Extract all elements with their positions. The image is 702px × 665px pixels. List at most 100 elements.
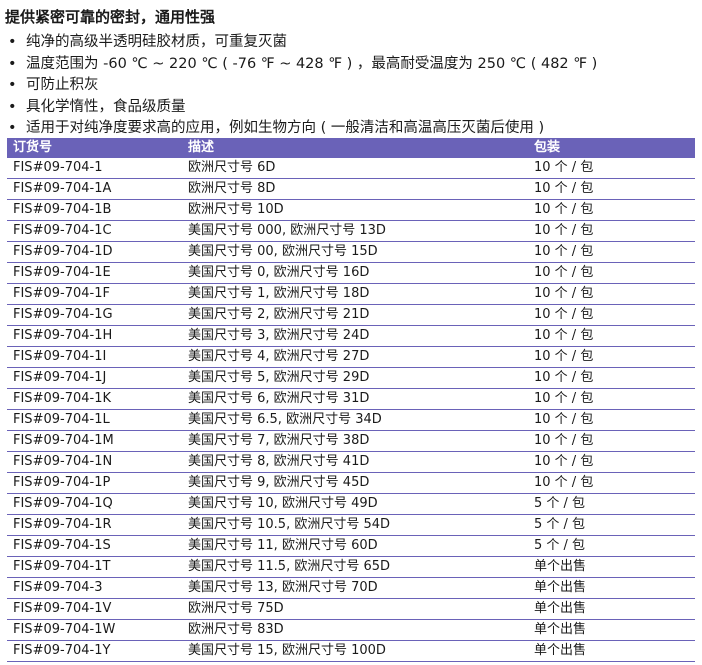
cell-packaging: 单个出售 [528, 598, 695, 620]
header-description: 描述 [188, 140, 215, 155]
cell-order-number: FIS#09-704-1C [7, 220, 182, 242]
cell-description: 美国尺寸号 11, 欧洲尺寸号 60D [182, 535, 528, 557]
cell-description: 美国尺寸号 1, 欧洲尺寸号 18D [182, 283, 528, 305]
cell-order-number: FIS#09-704-1Y [7, 640, 182, 662]
cell-description: 欧洲尺寸号 10D [182, 199, 528, 221]
cell-order-number: FIS#09-704-1 [7, 158, 182, 179]
cell-description: 欧洲尺寸号 8D [182, 178, 528, 200]
cell-packaging: 10 个 / 包 [528, 262, 695, 284]
cell-packaging: 10 个 / 包 [528, 325, 695, 347]
cell-description: 美国尺寸号 00, 欧洲尺寸号 15D [182, 241, 528, 263]
table-row: FIS#09-704-1T 美国尺寸号 11.5, 欧洲尺寸号 65D 单个出售 [7, 556, 695, 578]
table-row: FIS#09-704-1A 欧洲尺寸号 8D 10 个 / 包 [7, 178, 695, 200]
table-header-row: 订货号 描述 包装 [7, 138, 695, 158]
cell-packaging: 5 个 / 包 [528, 514, 695, 536]
table-row: FIS#09-704-1J 美国尺寸号 5, 欧洲尺寸号 29D 10 个 / 包 [7, 367, 695, 389]
cell-order-number: FIS#09-704-1Q [7, 493, 182, 515]
cell-packaging: 10 个 / 包 [528, 367, 695, 389]
cell-description: 美国尺寸号 13, 欧洲尺寸号 70D [182, 577, 528, 599]
cell-description: 美国尺寸号 000, 欧洲尺寸号 13D [182, 220, 528, 242]
cell-description: 美国尺寸号 6.5, 欧洲尺寸号 34D [182, 409, 528, 431]
cell-order-number: FIS#09-704-1B [7, 199, 182, 221]
table-row: FIS#09-704-1N 美国尺寸号 8, 欧洲尺寸号 41D 10 个 / 包 [7, 451, 695, 473]
cell-order-number: FIS#09-704-1V [7, 598, 182, 620]
cell-order-number: FIS#09-704-1K [7, 388, 182, 410]
bullet-dot-icon: • [8, 98, 17, 115]
header-packaging: 包装 [534, 140, 561, 155]
feature-text: 具化学惰性，食品级质量 [26, 98, 186, 115]
feature-item: • 温度范围为 -60 ℃ ~ 220 ℃ ( -76 ℉ ~ 428 ℉ ) ，… [8, 54, 597, 76]
cell-packaging: 10 个 / 包 [528, 409, 695, 431]
bullet-dot-icon: • [8, 34, 17, 50]
table-row: FIS#09-704-1D 美国尺寸号 00, 欧洲尺寸号 15D 10 个 / 包 [7, 241, 695, 263]
cell-order-number: FIS#09-704-1F [7, 283, 182, 305]
cell-packaging: 单个出售 [528, 619, 695, 641]
section-title: 提供紧密可靠的密封，通用性强 [5, 8, 216, 26]
cell-description: 欧洲尺寸号 6D [182, 158, 528, 179]
product-sheet: 提供紧密可靠的密封，通用性强 • 纯净的高级半透明硅胶材质，可重复灭菌 • 温度范围… [0, 0, 702, 665]
cell-packaging: 10 个 / 包 [528, 430, 695, 452]
cell-description: 欧洲尺寸号 75D [182, 598, 528, 620]
table-row: FIS#09-704-1Q 美国尺寸号 10, 欧洲尺寸号 49D 5 个 / 包 [7, 493, 695, 515]
cell-packaging: 10 个 / 包 [528, 178, 695, 200]
cell-description: 美国尺寸号 4, 欧洲尺寸号 27D [182, 346, 528, 368]
cell-order-number: FIS#09-704-1M [7, 430, 182, 452]
cell-packaging: 单个出售 [528, 640, 695, 662]
cell-order-number: FIS#09-704-1T [7, 556, 182, 578]
cell-description: 美国尺寸号 5, 欧洲尺寸号 29D [182, 367, 528, 389]
table-row: FIS#09-704-1S 美国尺寸号 11, 欧洲尺寸号 60D 5 个 / 包 [7, 535, 695, 557]
cell-description: 美国尺寸号 6, 欧洲尺寸号 31D [182, 388, 528, 410]
table-row: FIS#09-704-1K 美国尺寸号 6, 欧洲尺寸号 31D 10 个 / 包 [7, 388, 695, 410]
cell-order-number: FIS#09-704-1I [7, 346, 182, 368]
cell-description: 美国尺寸号 10, 欧洲尺寸号 49D [182, 493, 528, 515]
table-row: FIS#09-704-1L 美国尺寸号 6.5, 欧洲尺寸号 34D 10 个 / … [7, 409, 695, 431]
table-body: FIS#09-704-1 欧洲尺寸号 6D 10 个 / 包 FIS#09-704-1… [7, 158, 695, 662]
table-row: FIS#09-704-1G 美国尺寸号 2, 欧洲尺寸号 21D 10 个 / 包 [7, 304, 695, 326]
table-row: FIS#09-704-1 欧洲尺寸号 6D 10 个 / 包 [7, 158, 695, 179]
cell-order-number: FIS#09-704-1W [7, 619, 182, 641]
cell-order-number: FIS#09-704-3 [7, 577, 182, 599]
cell-order-number: FIS#09-704-1S [7, 535, 182, 557]
cell-description: 美国尺寸号 2, 欧洲尺寸号 21D [182, 304, 528, 326]
table-row: FIS#09-704-1F 美国尺寸号 1, 欧洲尺寸号 18D 10 个 / 包 [7, 283, 695, 305]
table-row: FIS#09-704-1V 欧洲尺寸号 75D 单个出售 [7, 598, 695, 620]
cell-order-number: FIS#09-704-1H [7, 325, 182, 347]
cell-order-number: FIS#09-704-1L [7, 409, 182, 431]
cell-order-number: FIS#09-704-1E [7, 262, 182, 284]
feature-text: 可防止积灰 [26, 77, 99, 93]
cell-packaging: 10 个 / 包 [528, 199, 695, 221]
cell-description: 欧洲尺寸号 83D [182, 619, 528, 641]
cell-order-number: FIS#09-704-1D [7, 241, 182, 263]
feature-item: • 具化学惰性，食品级质量 [8, 97, 597, 119]
cell-description: 美国尺寸号 3, 欧洲尺寸号 24D [182, 325, 528, 347]
table-row: FIS#09-704-1R 美国尺寸号 10.5, 欧洲尺寸号 54D 5 个 / … [7, 514, 695, 536]
feature-text: 温度范围为 -60 ℃ ~ 220 ℃ ( -76 ℉ ~ 428 ℉ ) ，最… [26, 55, 598, 72]
cell-order-number: FIS#09-704-1P [7, 472, 182, 494]
feature-text: 纯净的高级半透明硅胶材质，可重复灭菌 [26, 34, 287, 50]
feature-text: 适用于对纯净度要求高的应用，例如生物方向 ( 一般清洁和高温高压灭菌后使用 ) [26, 120, 545, 136]
cell-packaging: 10 个 / 包 [528, 388, 695, 410]
table-row: FIS#09-704-1H 美国尺寸号 3, 欧洲尺寸号 24D 10 个 / 包 [7, 325, 695, 347]
cell-description: 美国尺寸号 15, 欧洲尺寸号 100D [182, 640, 528, 662]
cell-order-number: FIS#09-704-1G [7, 304, 182, 326]
cell-order-number: FIS#09-704-1J [7, 367, 182, 389]
cell-packaging: 5 个 / 包 [528, 493, 695, 515]
cell-packaging: 10 个 / 包 [528, 304, 695, 326]
product-table: 订货号 描述 包装 FIS#09-704-1 欧洲尺寸号 6D 10 个 / 包 FI… [7, 138, 695, 662]
cell-description: 美国尺寸号 10.5, 欧洲尺寸号 54D [182, 514, 528, 536]
table-row: FIS#09-704-1E 美国尺寸号 0, 欧洲尺寸号 16D 10 个 / 包 [7, 262, 695, 284]
cell-order-number: FIS#09-704-1N [7, 451, 182, 473]
table-row: FIS#09-704-1W 欧洲尺寸号 83D 单个出售 [7, 619, 695, 641]
table-row: FIS#09-704-1I 美国尺寸号 4, 欧洲尺寸号 27D 10 个 / 包 [7, 346, 695, 368]
feature-item: • 可防止积灰 [8, 75, 597, 97]
cell-description: 美国尺寸号 8, 欧洲尺寸号 41D [182, 451, 528, 473]
cell-packaging: 10 个 / 包 [528, 346, 695, 368]
cell-packaging: 10 个 / 包 [528, 158, 695, 179]
cell-packaging: 10 个 / 包 [528, 241, 695, 263]
cell-description: 美国尺寸号 0, 欧洲尺寸号 16D [182, 262, 528, 284]
feature-item: • 纯净的高级半透明硅胶材质，可重复灭菌 [8, 32, 597, 54]
cell-packaging: 5 个 / 包 [528, 535, 695, 557]
bullet-dot-icon: • [8, 77, 17, 93]
table-row: FIS#09-704-1C 美国尺寸号 000, 欧洲尺寸号 13D 10 个 / … [7, 220, 695, 242]
bullet-dot-icon: • [8, 55, 17, 72]
